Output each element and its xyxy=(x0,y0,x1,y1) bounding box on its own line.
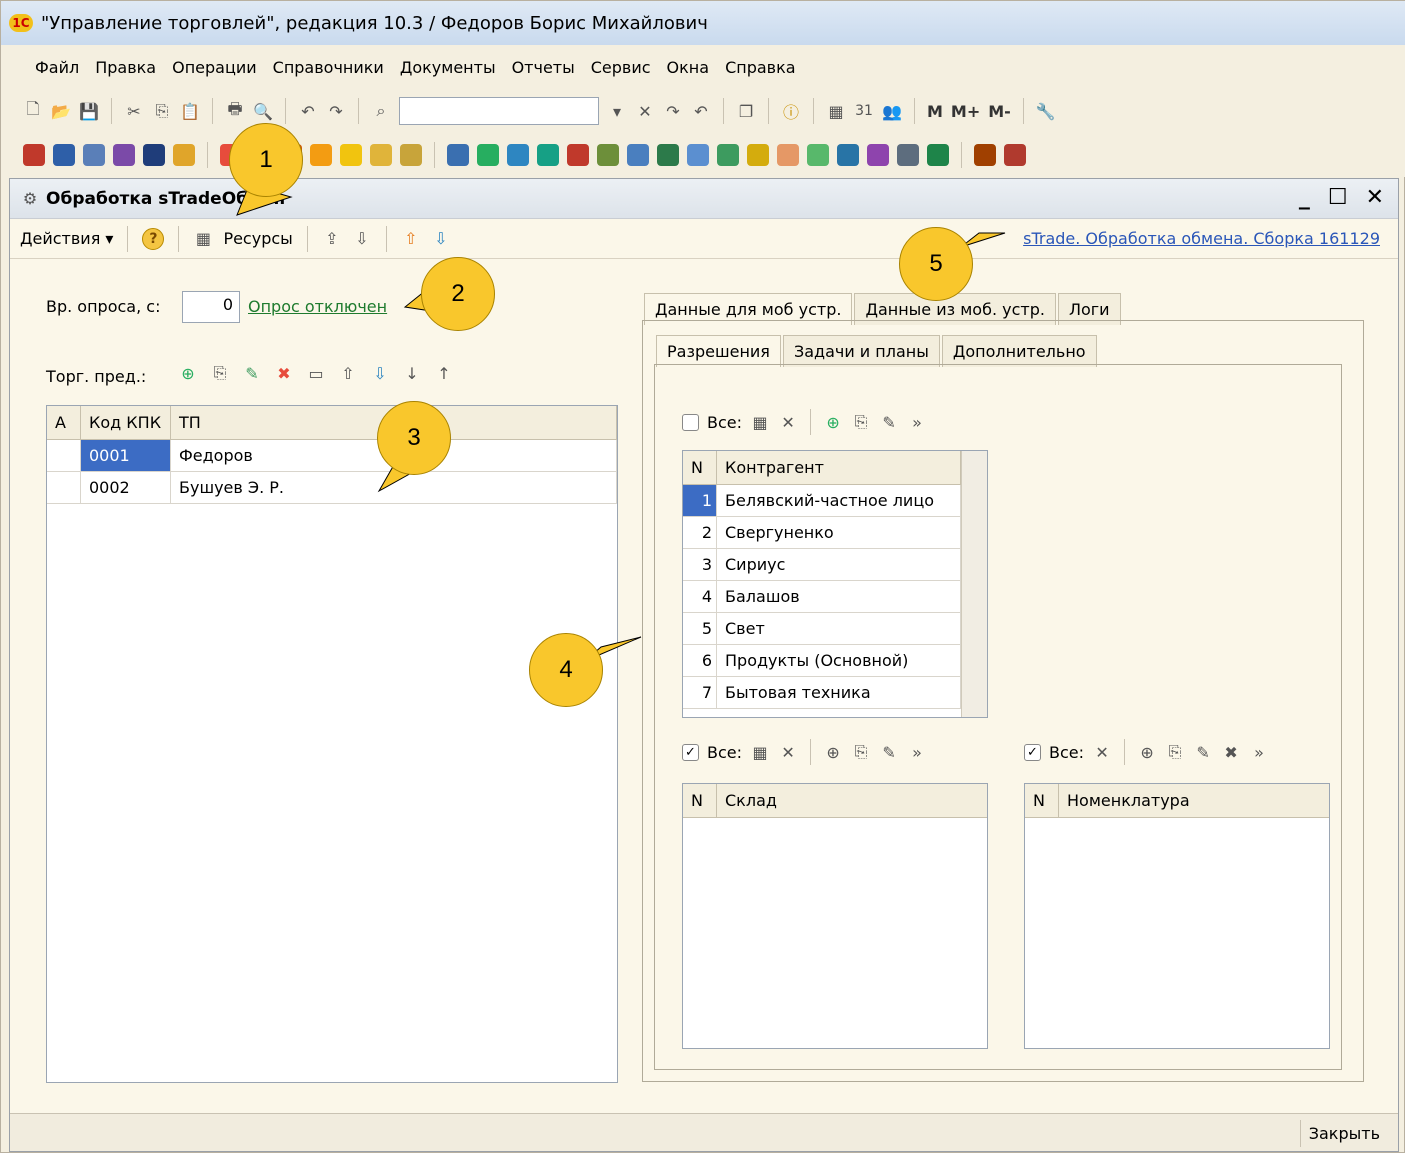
callout-badge: 1 xyxy=(229,123,303,197)
callout-badge: 5 xyxy=(899,227,973,301)
callout-badge: 4 xyxy=(529,633,603,707)
callout-pointers xyxy=(236,184,1006,662)
callout-badge: 3 xyxy=(377,401,451,475)
app-window: 1С "Управление торговлей", редакция 10.3… xyxy=(0,0,1405,1153)
callout-badge: 2 xyxy=(421,257,495,331)
